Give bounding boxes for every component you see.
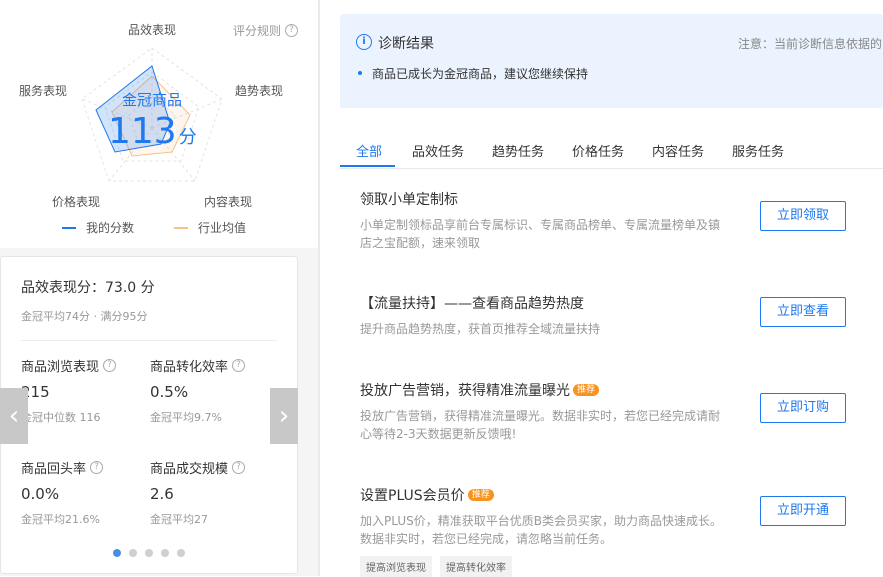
metric-browse: 商品浏览表现? 215 金冠中位数 116 bbox=[21, 356, 151, 425]
task-description: 加入PLUS价，精准获取平台优质B类会员买家，助力商品快速成长。数据非实时，若您… bbox=[360, 514, 722, 546]
carousel-dot[interactable] bbox=[129, 549, 137, 557]
axis-label-bottom-left: 价格表现 bbox=[52, 195, 101, 209]
perf-subtitle: 金冠平均74分 · 满分95分 bbox=[21, 310, 148, 323]
task-item: 领取小单定制标 小单定制领标品享前台专属标识、专属商品榜单、专属流量榜单及镇店之… bbox=[360, 189, 883, 252]
tab-content[interactable]: 内容任务 bbox=[652, 141, 704, 160]
metric-benchmark: 金冠平均27 bbox=[150, 513, 208, 526]
task-tag: 提高浏览表现 bbox=[360, 556, 432, 577]
carousel-dots bbox=[1, 549, 297, 557]
metric-conversion: 商品转化效率? 0.5% 金冠平均9.7% bbox=[150, 356, 280, 425]
legend-item-avg: 行业均值 bbox=[174, 219, 246, 236]
recommend-badge: 推荐 bbox=[573, 384, 600, 396]
recommend-badge: 推荐 bbox=[467, 489, 494, 501]
center-title: 金冠商品 bbox=[121, 91, 182, 109]
tab-active-indicator bbox=[340, 165, 395, 167]
help-icon[interactable]: ? bbox=[103, 359, 117, 372]
score-rule-label: 评分规则 bbox=[233, 24, 282, 38]
task-description: 投放广告营销，获得精准流量曝光。数据非实时，若您已经完成请耐心等待2-3天数据更… bbox=[360, 409, 721, 441]
task-tabs: 全部 品效任务 趋势任务 价格任务 内容任务 服务任务 bbox=[340, 128, 883, 169]
chevron-right-icon: › bbox=[278, 401, 290, 431]
diagnosis-note: 注意：当前诊断信息依据的 bbox=[738, 37, 883, 51]
metric-label: 商品转化效率 bbox=[150, 360, 229, 375]
perf-title: 品效表现分：73.0 分 bbox=[21, 280, 155, 296]
metric-value: 0.5% bbox=[150, 383, 189, 401]
view-now-button[interactable]: 立即查看 bbox=[760, 297, 846, 327]
center-score-unit: 分 bbox=[178, 127, 197, 148]
tab-all[interactable]: 全部 bbox=[356, 141, 382, 160]
carousel-dot[interactable] bbox=[177, 549, 185, 557]
metric-gmv-scale: 商品成交规模? 2.6 金冠平均27 bbox=[150, 458, 280, 527]
metric-value: 215 bbox=[21, 383, 50, 401]
help-icon[interactable]: ? bbox=[90, 461, 104, 474]
help-icon: ? bbox=[285, 24, 299, 37]
order-now-button[interactable]: 立即订购 bbox=[760, 393, 846, 423]
task-item: 【流量扶持】——查看商品趋势热度 提升商品趋势热度，获首页推荐全域流量扶持 立即… bbox=[360, 293, 883, 338]
axis-label-right: 趋势表现 bbox=[235, 84, 284, 98]
task-title: 领取小单定制标 bbox=[360, 192, 458, 208]
task-item: 投放广告营销，获得精准流量曝光 推荐 投放广告营销，获得精准流量曝光。数据非实时… bbox=[360, 380, 883, 443]
column-separator bbox=[318, 0, 320, 576]
tab-price[interactable]: 价格任务 bbox=[572, 141, 624, 160]
task-title: 设置PLUS会员价 bbox=[360, 488, 465, 504]
metric-benchmark: 金冠平均21.6% bbox=[21, 513, 100, 526]
metric-value: 0.0% bbox=[21, 485, 60, 503]
activate-now-button[interactable]: 立即开通 bbox=[760, 496, 846, 526]
metric-benchmark: 金冠中位数 116 bbox=[21, 411, 101, 424]
chevron-left-icon: ‹ bbox=[8, 401, 20, 431]
task-title: 【流量扶持】——查看商品趋势热度 bbox=[360, 296, 584, 312]
legend-item-mine: 我的分数 bbox=[62, 219, 134, 236]
tab-performance[interactable]: 品效任务 bbox=[412, 141, 464, 160]
carousel-dot-active[interactable] bbox=[113, 549, 121, 557]
metric-label: 商品回头率 bbox=[21, 462, 87, 477]
axis-label-left: 服务表现 bbox=[19, 84, 68, 98]
task-title: 投放广告营销，获得精准流量曝光 bbox=[360, 383, 570, 399]
center-score-value: 113 bbox=[108, 111, 177, 152]
claim-now-button[interactable]: 立即领取 bbox=[760, 201, 846, 231]
carousel-next-button[interactable]: › bbox=[270, 388, 298, 444]
task-description: 提升商品趋势热度，获首页推荐全域流量扶持 bbox=[360, 322, 601, 336]
score-rule-link[interactable]: 评分规则 ? bbox=[233, 22, 299, 39]
carousel-prev-button[interactable]: ‹ bbox=[0, 388, 28, 444]
task-description: 小单定制领标品享前台专属标识、专属商品榜单、专属流量榜单及镇店之宝配额，速来领取 bbox=[360, 218, 721, 250]
tab-trend[interactable]: 趋势任务 bbox=[492, 141, 544, 160]
metric-card: 品效表现分：73.0 分 金冠平均74分 · 满分95分 商品浏览表现? 215… bbox=[0, 256, 298, 574]
tab-service[interactable]: 服务任务 bbox=[732, 141, 784, 160]
metric-label: 商品成交规模 bbox=[150, 462, 229, 477]
help-icon[interactable]: ? bbox=[232, 359, 246, 372]
diagnosis-title: 诊断结果 bbox=[378, 36, 434, 52]
task-item: 设置PLUS会员价 推荐 加入PLUS价，精准获取平台优质B类会员买家，助力商品… bbox=[360, 485, 883, 577]
legend-swatch-avg bbox=[174, 226, 189, 229]
axis-label-top: 品效表现 bbox=[128, 23, 177, 37]
carousel-dot[interactable] bbox=[161, 549, 169, 557]
metric-benchmark: 金冠平均9.7% bbox=[150, 411, 222, 424]
metric-return-rate: 商品回头率? 0.0% 金冠平均21.6% bbox=[21, 458, 151, 527]
task-tags: 提高浏览表现 提高转化效率 bbox=[360, 556, 883, 577]
diagnosis-item: 商品已成长为金冠商品，建议您继续保持 bbox=[358, 65, 588, 82]
center-score: 113 分 bbox=[108, 110, 197, 154]
task-tag: 提高转化效率 bbox=[440, 556, 512, 577]
metric-value: 2.6 bbox=[150, 485, 174, 503]
metric-label: 商品浏览表现 bbox=[21, 360, 100, 375]
carousel-dot[interactable] bbox=[145, 549, 153, 557]
radar-panel: 品效表现 趋势表现 服务表现 价格表现 内容表现 评分规则 ? 金冠商品 113… bbox=[0, 0, 318, 248]
info-icon: i bbox=[356, 34, 372, 50]
legend-swatch-mine bbox=[62, 226, 76, 229]
help-icon[interactable]: ? bbox=[232, 461, 246, 474]
legend-label-mine: 我的分数 bbox=[86, 221, 135, 235]
legend-label-avg: 行业均值 bbox=[198, 221, 247, 235]
left-column: 品效表现 趋势表现 服务表现 价格表现 内容表现 评分规则 ? 金冠商品 113… bbox=[0, 0, 318, 576]
radar-legend: 我的分数 行业均值 bbox=[62, 219, 246, 236]
diagnosis-panel: i 诊断结果 注意：当前诊断信息依据的 商品已成长为金冠商品，建议您继续保持 bbox=[340, 14, 883, 108]
divider bbox=[21, 340, 277, 341]
axis-label-bottom-right: 内容表现 bbox=[204, 195, 253, 209]
